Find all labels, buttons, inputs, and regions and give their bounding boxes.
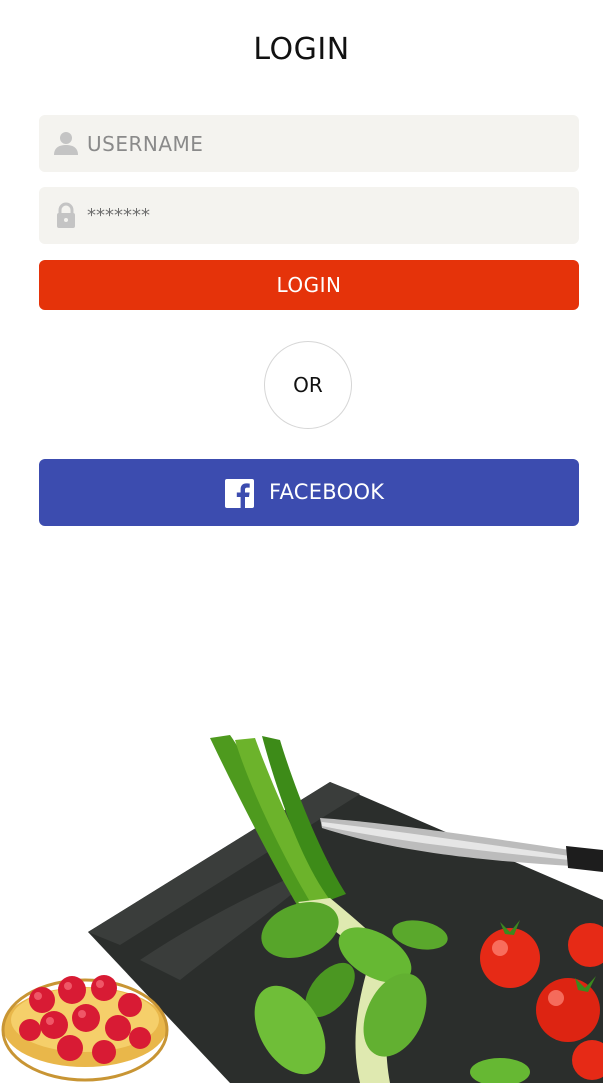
username-field[interactable] (39, 115, 579, 172)
lock-icon (57, 202, 75, 228)
username-input[interactable] (87, 115, 567, 172)
food-illustration (1, 735, 603, 1083)
person-icon (54, 132, 78, 155)
page-title: LOGIN (253, 32, 350, 67)
password-input[interactable] (87, 187, 567, 244)
facebook-button-label: FACEBOOK (269, 480, 385, 504)
password-field[interactable] (39, 187, 579, 244)
or-divider: OR (264, 341, 352, 429)
facebook-icon (225, 479, 254, 508)
login-button[interactable]: LOGIN (39, 260, 579, 310)
facebook-login-button[interactable]: FACEBOOK (39, 459, 579, 526)
